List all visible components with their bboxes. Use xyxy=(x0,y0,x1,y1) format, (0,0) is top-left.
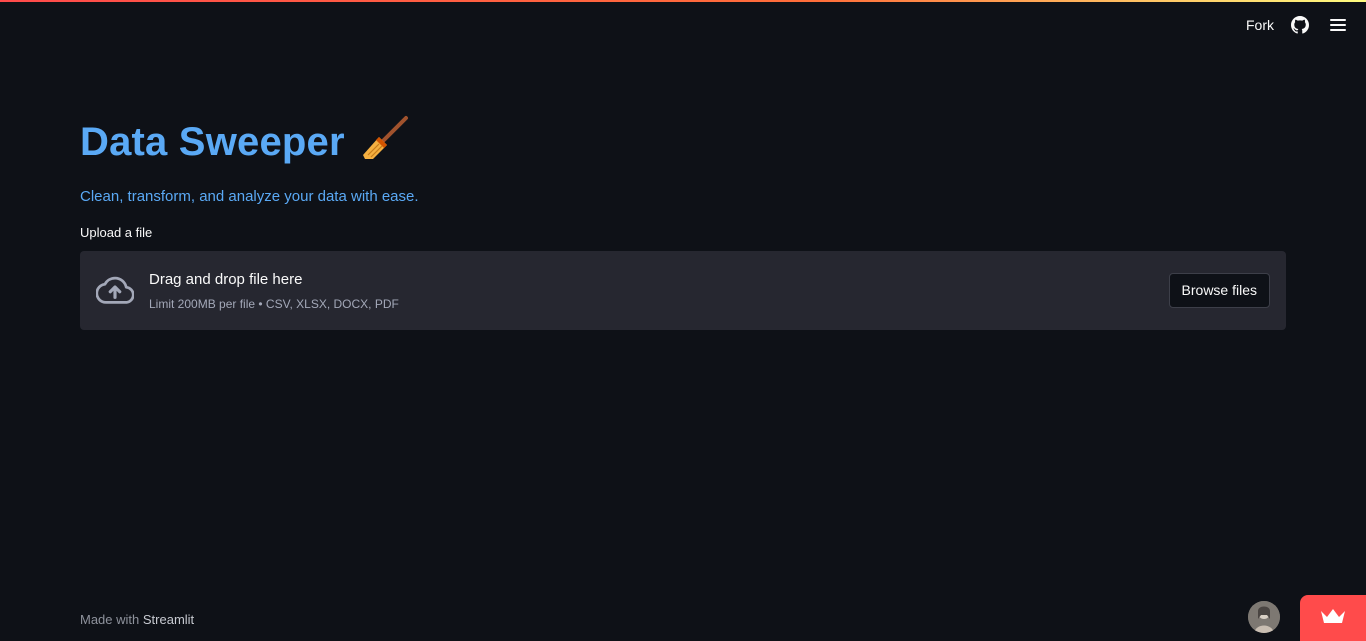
title-row: Data Sweeper xyxy=(80,110,1286,174)
dropzone-limit: Limit 200MB per file • CSV, XLSX, DOCX, … xyxy=(149,296,399,311)
footer: Made with Streamlit xyxy=(80,612,194,627)
top-decoration-bar xyxy=(0,0,1366,2)
dropzone-title: Drag and drop file here xyxy=(149,270,303,288)
file-dropzone[interactable]: Drag and drop file here Limit 200MB per … xyxy=(80,251,1286,330)
page-title: Data Sweeper xyxy=(80,119,345,164)
hamburger-menu-icon[interactable] xyxy=(1326,13,1350,37)
streamlit-link[interactable]: Streamlit xyxy=(143,612,194,627)
fork-link[interactable]: Fork xyxy=(1246,17,1274,33)
upload-label: Upload a file xyxy=(80,225,153,240)
subtitle: Clean, transform, and analyze your data … xyxy=(80,188,419,205)
dropzone-text: Drag and drop file here Limit 200MB per … xyxy=(149,271,1169,311)
browse-files-button[interactable]: Browse files xyxy=(1168,273,1270,308)
header-toolbar: Fork xyxy=(1246,12,1350,38)
github-icon[interactable] xyxy=(1288,13,1312,37)
cloud-upload-icon xyxy=(95,272,135,310)
avatar[interactable] xyxy=(1248,601,1280,633)
broom-icon xyxy=(359,115,409,170)
streamlit-crown-button[interactable] xyxy=(1300,595,1366,641)
crown-icon xyxy=(1319,607,1347,630)
footer-made-with: Made with xyxy=(80,612,143,627)
main-content: Data Sweeper Clean, transform, and analy… xyxy=(80,110,1286,330)
